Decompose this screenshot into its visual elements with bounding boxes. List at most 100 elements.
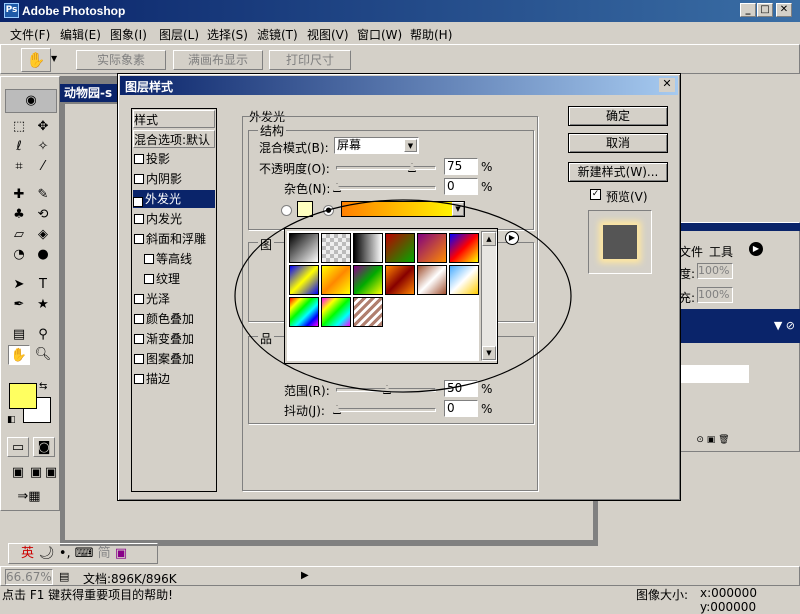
style-checkbox[interactable] bbox=[134, 174, 144, 184]
status-arrow-icon[interactable]: ▶ bbox=[301, 570, 309, 581]
menu-edit[interactable]: 编辑(E) bbox=[60, 26, 101, 43]
style-checkbox[interactable] bbox=[144, 274, 154, 284]
menu-select[interactable]: 选择(S) bbox=[207, 26, 248, 43]
slice-tool-icon[interactable]: ⁄ bbox=[32, 157, 54, 177]
style-checkbox[interactable] bbox=[134, 354, 144, 364]
style-checkbox[interactable] bbox=[134, 294, 144, 304]
menu-help[interactable]: 帮助(H) bbox=[410, 26, 452, 43]
layers-tab-tools[interactable]: 工具 bbox=[709, 243, 733, 260]
menu-filter[interactable]: 滤镜(T) bbox=[257, 26, 298, 43]
style-checkbox[interactable] bbox=[134, 314, 144, 324]
opacity-field[interactable]: 75 bbox=[444, 158, 478, 175]
actual-pixels-button[interactable]: 实际象素 bbox=[76, 50, 166, 70]
style-item[interactable]: 渐变叠加 bbox=[134, 330, 214, 348]
menu-file[interactable]: 文件(F) bbox=[10, 26, 50, 43]
standard-mode-icon[interactable]: ▭ bbox=[7, 437, 29, 457]
close-button[interactable]: ✕ bbox=[776, 3, 792, 17]
foreground-color-swatch[interactable] bbox=[9, 383, 37, 409]
style-item[interactable]: 光泽 bbox=[134, 290, 214, 308]
blend-mode-select[interactable]: 屏幕 ▼ bbox=[334, 137, 419, 154]
jitter-field[interactable]: 0 bbox=[444, 400, 478, 417]
ime-punct-icon[interactable]: •, bbox=[59, 546, 71, 561]
style-checkbox[interactable] bbox=[134, 374, 144, 384]
blur-tool-icon[interactable]: ◔ bbox=[8, 245, 30, 265]
layer-row-selected[interactable]: ▼ ⊘ bbox=[677, 309, 800, 343]
menu-window[interactable]: 窗口(W) bbox=[357, 26, 402, 43]
style-item[interactable]: 图案叠加 bbox=[134, 350, 214, 368]
opacity-slider[interactable] bbox=[336, 163, 436, 172]
style-checkbox[interactable] bbox=[134, 234, 144, 244]
ok-button[interactable]: 确定 bbox=[568, 106, 668, 126]
cancel-button[interactable]: 取消 bbox=[568, 133, 668, 153]
healing-brush-icon[interactable]: ✚ bbox=[8, 185, 30, 205]
magic-wand-tool-icon[interactable]: ✧ bbox=[32, 137, 54, 157]
style-item[interactable]: 描边 bbox=[134, 370, 214, 388]
paint-bucket-icon[interactable]: ◈ bbox=[32, 225, 54, 245]
ime-moon-icon[interactable]: 🌙︎ bbox=[38, 546, 55, 561]
menu-layer[interactable]: 图层(L) bbox=[159, 26, 199, 43]
dodge-tool-icon[interactable]: ● bbox=[32, 245, 54, 265]
eyedropper-tool-icon[interactable]: ⚲ bbox=[32, 325, 54, 345]
style-checkbox[interactable] bbox=[144, 254, 154, 264]
ime-language[interactable]: 英 bbox=[21, 546, 34, 561]
marquee-tool-icon[interactable]: ⬚ bbox=[8, 117, 30, 137]
history-brush-icon[interactable]: ⟲ bbox=[32, 205, 54, 225]
crop-tool-icon[interactable]: ⌗ bbox=[8, 157, 30, 177]
panel-menu-icon[interactable]: ▶ bbox=[749, 242, 763, 256]
layer-row[interactable] bbox=[677, 365, 749, 383]
hand-tool-icon[interactable]: ✋ bbox=[21, 48, 51, 72]
ime-simplified-icon[interactable]: 简 bbox=[98, 546, 111, 561]
hand-tool-icon[interactable]: ✋ bbox=[8, 345, 30, 365]
type-tool-icon[interactable]: T bbox=[32, 275, 54, 295]
jitter-slider[interactable] bbox=[333, 405, 436, 414]
lasso-tool-icon[interactable]: ℓ bbox=[8, 137, 30, 157]
quick-mask-icon[interactable]: ◙ bbox=[33, 437, 55, 457]
swap-colors-icon[interactable]: ⇆ bbox=[39, 381, 47, 392]
layer-fill-field[interactable]: 100% bbox=[697, 287, 733, 303]
chevron-down-icon[interactable]: ▼ bbox=[404, 139, 417, 152]
layer-actions-icon[interactable]: ⊙ ▣ 🗑︎ bbox=[677, 435, 749, 445]
style-item[interactable]: 颜色叠加 bbox=[134, 310, 214, 328]
maximize-button[interactable]: □ bbox=[757, 3, 773, 17]
notes-tool-icon[interactable]: ▤ bbox=[8, 325, 30, 345]
dialog-close-icon[interactable]: ✕ bbox=[659, 78, 675, 92]
default-colors-icon[interactable]: ◧ bbox=[7, 415, 16, 425]
style-item[interactable]: 等高线 bbox=[144, 250, 224, 268]
jump-to-imageready-icon[interactable]: ⇒▦ bbox=[7, 487, 51, 507]
style-item[interactable]: ✓ 外发光 bbox=[133, 190, 215, 208]
ime-keyboard-icon[interactable]: ⌨ bbox=[75, 546, 94, 561]
print-size-button[interactable]: 打印尺寸 bbox=[269, 50, 351, 70]
clone-stamp-icon[interactable]: ♣ bbox=[8, 205, 30, 225]
zoom-field[interactable]: 66.67% bbox=[5, 569, 53, 585]
ime-book-icon[interactable]: ▣ bbox=[115, 546, 127, 561]
style-item[interactable]: 投影 bbox=[134, 150, 214, 168]
preview-checkbox[interactable]: ✓ bbox=[590, 189, 601, 200]
move-tool-icon[interactable]: ✥ bbox=[32, 117, 54, 137]
style-checkbox[interactable] bbox=[134, 154, 144, 164]
minimize-button[interactable]: _ bbox=[740, 3, 756, 17]
style-item[interactable]: 内阴影 bbox=[134, 170, 214, 188]
layers-tab-file[interactable]: 文件 bbox=[679, 243, 703, 260]
pen-tool-icon[interactable]: ✒ bbox=[8, 295, 30, 315]
style-item[interactable]: 纹理 bbox=[144, 270, 224, 288]
zoom-tool-icon[interactable]: 🔍︎ bbox=[32, 345, 54, 365]
shape-tool-icon[interactable]: ★ bbox=[32, 295, 54, 315]
style-checkbox[interactable] bbox=[134, 214, 144, 224]
styles-header[interactable]: 样式 bbox=[133, 110, 215, 128]
style-checkbox[interactable] bbox=[134, 334, 144, 344]
style-checkbox[interactable]: ✓ bbox=[133, 197, 143, 207]
menu-image[interactable]: 图象(I) bbox=[110, 26, 147, 43]
blending-options-item[interactable]: 混合选项:默认 bbox=[133, 130, 215, 148]
style-item[interactable]: 内发光 bbox=[134, 210, 214, 228]
menu-view[interactable]: 视图(V) bbox=[307, 26, 349, 43]
brush-tool-icon[interactable]: ✎ bbox=[32, 185, 54, 205]
eraser-tool-icon[interactable]: ▱ bbox=[8, 225, 30, 245]
fit-on-screen-button[interactable]: 满画布显示 bbox=[173, 50, 263, 70]
path-select-icon[interactable]: ➤ bbox=[8, 275, 30, 295]
style-item[interactable]: 斜面和浮雕 bbox=[134, 230, 214, 248]
screen-mode-full-icon[interactable]: ▣ bbox=[43, 463, 59, 483]
noise-field[interactable]: 0 bbox=[444, 178, 478, 195]
layer-opacity-field[interactable]: 100% bbox=[697, 263, 733, 279]
tool-preset-arrow-icon[interactable]: ▼ bbox=[51, 48, 61, 72]
noise-slider[interactable] bbox=[333, 183, 436, 192]
